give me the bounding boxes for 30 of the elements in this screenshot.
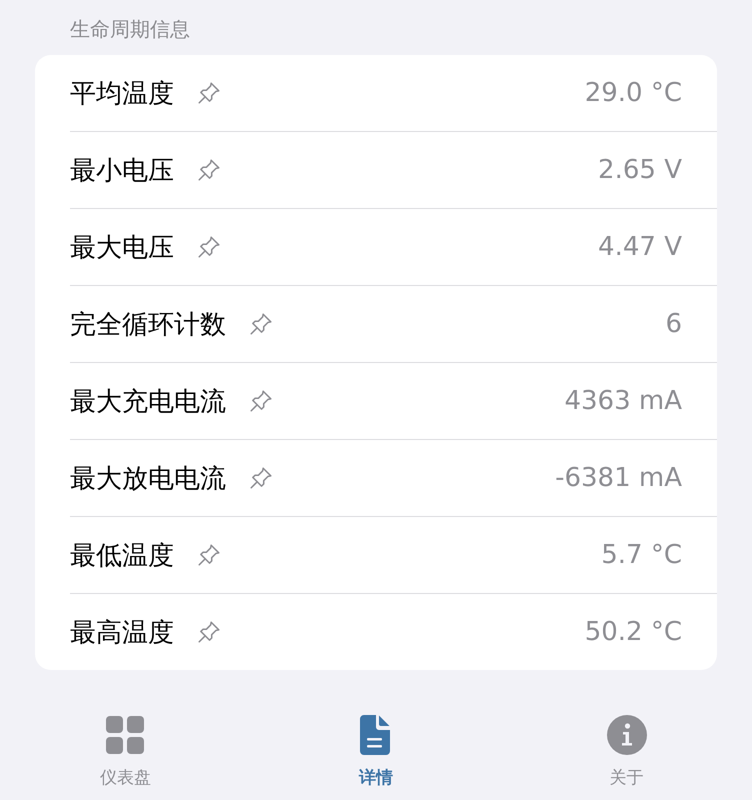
- row-label: 最大充电电流: [70, 386, 226, 418]
- grid-icon: [104, 714, 146, 756]
- pin-icon[interactable]: [196, 80, 222, 106]
- row-label: 完全循环计数: [70, 308, 226, 342]
- pin-icon[interactable]: [196, 234, 222, 260]
- row-label: 最大电压: [70, 232, 174, 264]
- row-label: 最高温度: [70, 616, 174, 650]
- info-icon: [606, 714, 648, 756]
- tab[interactable]: 详情: [250, 714, 502, 789]
- row-value: 29.0 °C: [584, 78, 682, 108]
- pin-icon[interactable]: [196, 619, 222, 645]
- section-title: 生命周期信息: [70, 16, 191, 43]
- row-value: 4.47 V: [598, 232, 682, 262]
- row-value: 5.7 °C: [601, 540, 682, 570]
- pin-icon[interactable]: [248, 311, 274, 337]
- pin-icon[interactable]: [248, 388, 274, 414]
- row-value: 4363 mA: [564, 386, 682, 416]
- row-value: -6381 mA: [555, 463, 682, 493]
- row-label: 最低温度: [70, 540, 174, 572]
- row-value: 2.65 V: [598, 155, 682, 185]
- row-label: 最大放电电流: [70, 462, 226, 496]
- row-value: 50.2 °C: [584, 617, 682, 647]
- pin-icon[interactable]: [196, 157, 222, 183]
- pin-icon[interactable]: [196, 542, 222, 568]
- row-value: 6: [665, 309, 682, 339]
- row-label: 最小电压: [70, 154, 174, 188]
- tab[interactable]: 仪表盘: [0, 714, 251, 789]
- tab[interactable]: 关于: [501, 714, 752, 789]
- pin-icon[interactable]: [248, 465, 274, 491]
- row-label: 平均温度: [70, 78, 174, 110]
